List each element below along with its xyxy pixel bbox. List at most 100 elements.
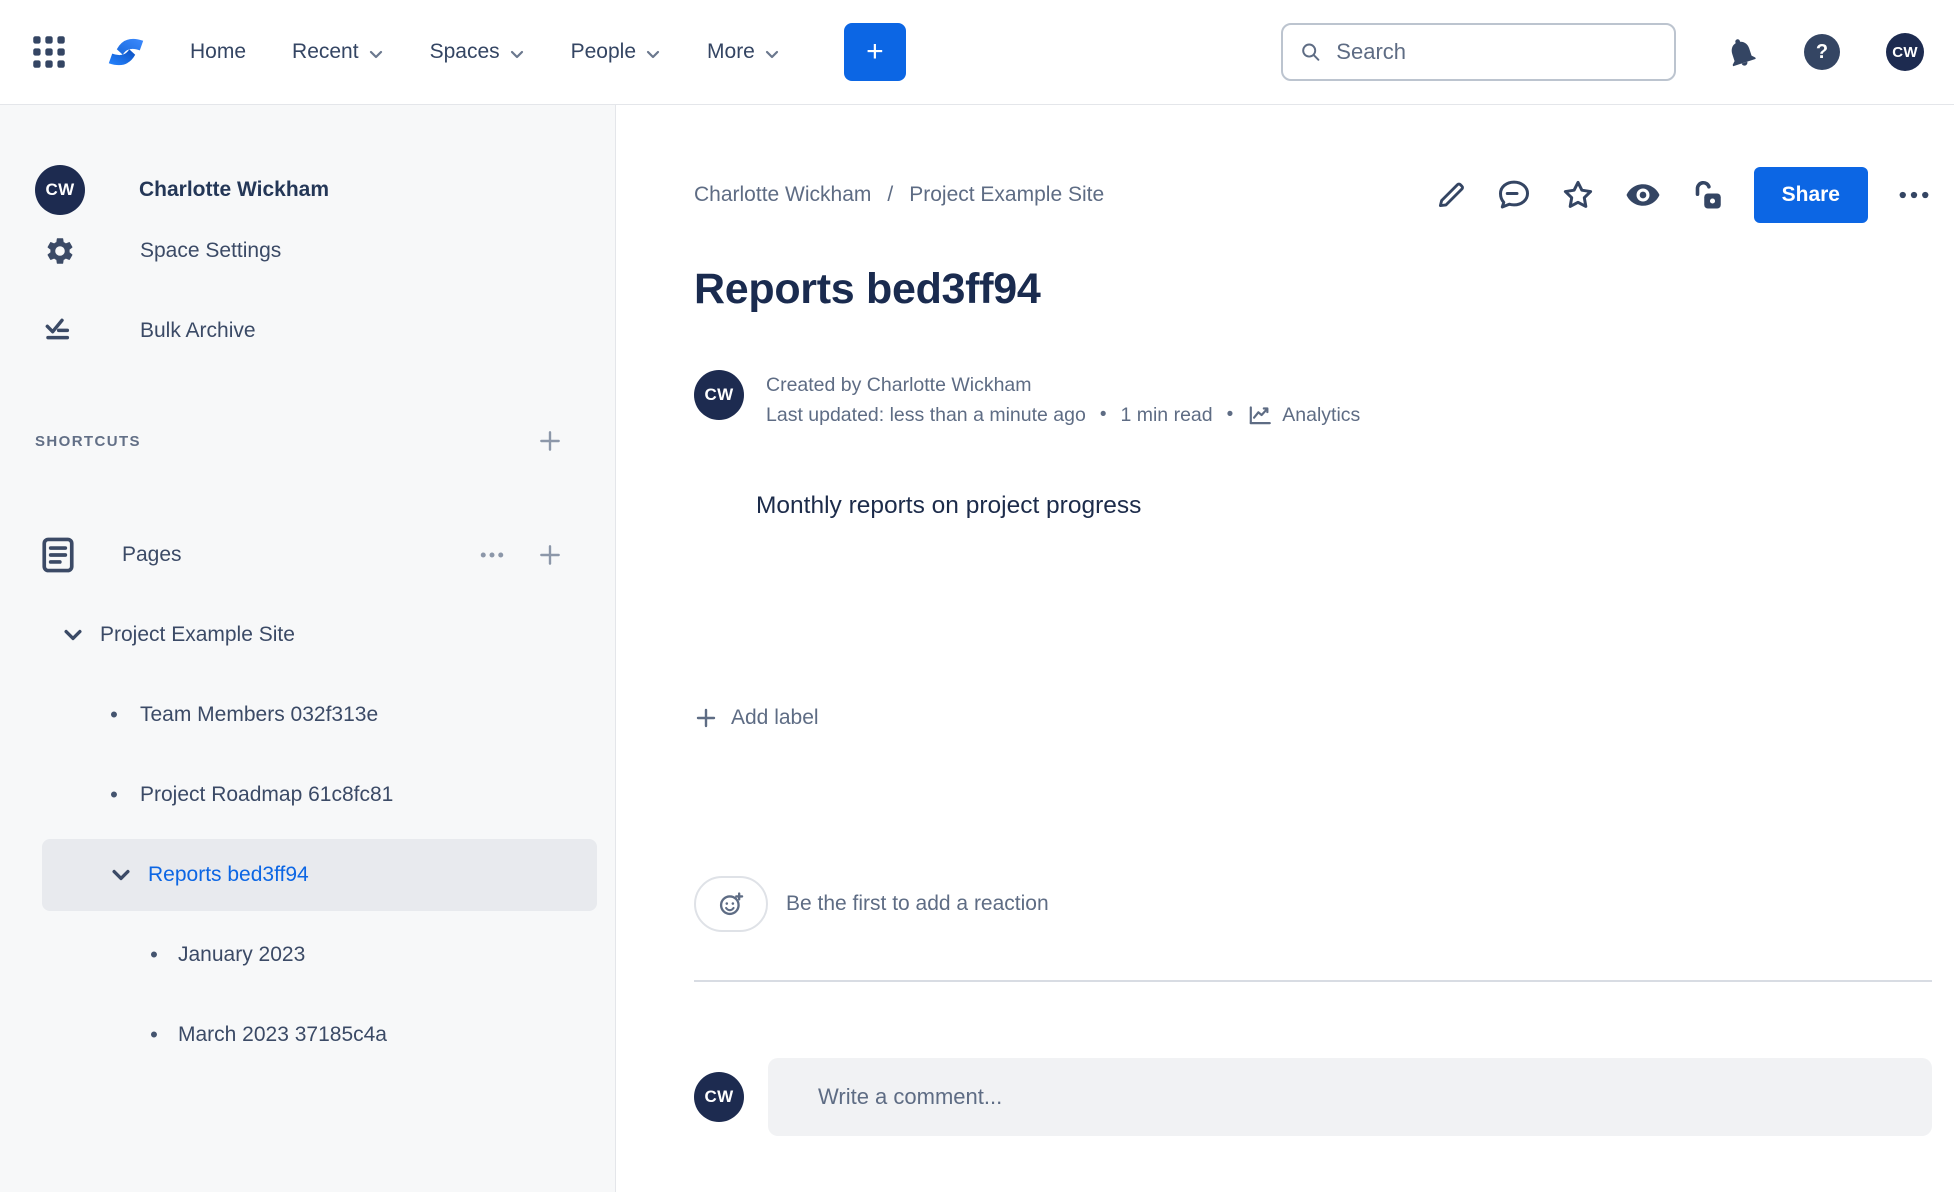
sidebar-item-label: Space Settings (140, 239, 282, 262)
page-body-text: Monthly reports on project progress (756, 492, 1142, 519)
sidebar-item-pages[interactable]: Pages (0, 511, 615, 599)
top-navigation: Home Recent Spaces People More + Search … (0, 0, 1954, 105)
tree-item-label: March 2023 37185c4a (178, 1023, 387, 1046)
star-icon (1563, 180, 1592, 208)
breadcrumb-space[interactable]: Charlotte Wickham (694, 183, 871, 207)
more-actions-button[interactable] (1896, 177, 1932, 213)
last-updated[interactable]: Last updated: less than a minute ago (766, 400, 1086, 430)
avatar-initials: CW (45, 180, 75, 199)
dot-separator: • (1226, 404, 1234, 425)
bulk-archive-icon (45, 318, 70, 340)
app-switcher-button[interactable] (28, 31, 70, 73)
chevron-down-icon (510, 50, 523, 58)
breadcrumb-parent-page[interactable]: Project Example Site (909, 183, 1104, 207)
sidebar-item-bulk-archive[interactable]: Bulk Archive (0, 297, 615, 365)
user-avatar-button[interactable]: CW (1886, 33, 1924, 71)
plus-icon (696, 708, 716, 728)
notifications-button[interactable] (1724, 35, 1758, 69)
tree-item-project-example-site[interactable]: Project Example Site (42, 599, 597, 671)
space-sidebar: CW Charlotte Wickham Space Settings Bulk… (0, 105, 616, 1192)
create-button[interactable]: + (843, 23, 906, 81)
pages-label: Pages (122, 543, 182, 566)
gear-icon (47, 238, 73, 264)
tree-item-january-2023[interactable]: • January 2023 (42, 919, 597, 991)
add-label-text: Add label (731, 706, 819, 729)
confluence-logo-icon (108, 38, 144, 66)
commenter-avatar: CW (694, 1072, 744, 1122)
avatar-initials: CW (704, 1087, 734, 1106)
favorite-button[interactable] (1560, 177, 1596, 213)
nav-item-people[interactable]: People (571, 40, 661, 64)
comments-button[interactable] (1496, 177, 1532, 213)
bullet-icon: • (110, 782, 118, 807)
page-content: Charlotte Wickham / Project Example Site (616, 105, 1954, 1192)
nav-item-more[interactable]: More (707, 40, 780, 64)
tree-item-label: Project Example Site (100, 623, 295, 646)
bell-icon (1731, 39, 1756, 67)
edit-button[interactable] (1434, 178, 1468, 212)
page-tree: Project Example Site • Team Members 032f… (0, 599, 615, 1071)
restrictions-button[interactable] (1690, 177, 1726, 213)
tree-item-project-roadmap[interactable]: • Project Roadmap 61c8fc81 (42, 759, 597, 831)
avatar-initials: CW (704, 385, 734, 404)
content-header: Charlotte Wickham / Project Example Site (694, 167, 1932, 223)
add-reaction-button[interactable] (694, 876, 768, 932)
comment-section: CW Write a comment... (694, 1058, 1932, 1136)
tree-item-label: January 2023 (178, 943, 306, 966)
sidebar-item-space-settings[interactable]: Space Settings (0, 217, 615, 285)
nav-item-recent[interactable]: Recent (292, 40, 384, 64)
nav-item-label: More (707, 40, 755, 63)
analytics-link[interactable]: Analytics (1247, 400, 1360, 430)
page-layout: CW Charlotte Wickham Space Settings Bulk… (0, 105, 1954, 1192)
tree-item-march-2023[interactable]: • March 2023 37185c4a (42, 999, 597, 1071)
help-button[interactable]: ? (1804, 34, 1840, 70)
nav-item-label: Home (190, 40, 247, 63)
byline-meta: Last updated: less than a minute ago • 1… (766, 400, 1360, 430)
pencil-icon (1438, 182, 1464, 208)
space-header[interactable]: CW Charlotte Wickham (0, 163, 615, 217)
topnav-right-group: ? CW (1724, 33, 1924, 71)
shortcuts-heading: SHORTCUTS (35, 432, 141, 450)
tree-item-reports-selected[interactable]: Reports bed3ff94 (42, 839, 597, 911)
chevron-down-icon (646, 50, 660, 58)
tree-item-team-members[interactable]: • Team Members 032f313e (42, 679, 597, 751)
reaction-section: Be the first to add a reaction (694, 876, 1932, 932)
author-avatar[interactable]: CW (694, 370, 744, 420)
page-actions: Share (1434, 167, 1932, 223)
pages-more-button[interactable] (477, 540, 507, 570)
chevron-down-icon (369, 50, 382, 58)
add-shortcut-button[interactable] (537, 428, 563, 454)
comment-input[interactable]: Write a comment... (768, 1058, 1932, 1136)
add-label-button[interactable]: Add label (694, 706, 819, 730)
nav-item-label: Recent (292, 40, 359, 63)
bullet-icon: • (110, 702, 118, 727)
plus-icon: + (866, 35, 884, 68)
ellipsis-icon (1899, 191, 1929, 199)
section-divider (694, 980, 1932, 982)
comment-bubble-icon (1498, 180, 1529, 209)
chevron-down-icon (112, 869, 130, 881)
nav-item-home[interactable]: Home (190, 40, 246, 64)
share-button[interactable]: Share (1753, 167, 1868, 223)
breadcrumb: Charlotte Wickham / Project Example Site (694, 183, 1104, 207)
add-page-button[interactable] (537, 542, 563, 568)
created-by: Created by Charlotte Wickham (766, 374, 1032, 396)
search-input[interactable] (1336, 39, 1658, 65)
read-time: 1 min read (1120, 404, 1213, 426)
chevron-down-icon (64, 629, 82, 641)
search-box[interactable] (1281, 23, 1676, 81)
reaction-prompt: Be the first to add a reaction (786, 892, 1049, 915)
tree-item-label: Reports bed3ff94 (148, 863, 309, 886)
search-icon (1302, 43, 1320, 61)
share-button-label: Share (1781, 183, 1840, 206)
watch-button[interactable] (1624, 176, 1662, 214)
question-mark-icon: ? (1815, 40, 1829, 63)
pages-icon (42, 537, 74, 573)
confluence-logo[interactable] (102, 28, 150, 76)
space-avatar: CW (35, 165, 85, 215)
shortcuts-section-header: SHORTCUTS (0, 417, 615, 465)
nav-item-spaces[interactable]: Spaces (430, 40, 525, 64)
nav-item-label: People (570, 40, 637, 63)
breadcrumb-separator: / (887, 183, 894, 206)
sidebar-item-label: Bulk Archive (140, 319, 256, 342)
